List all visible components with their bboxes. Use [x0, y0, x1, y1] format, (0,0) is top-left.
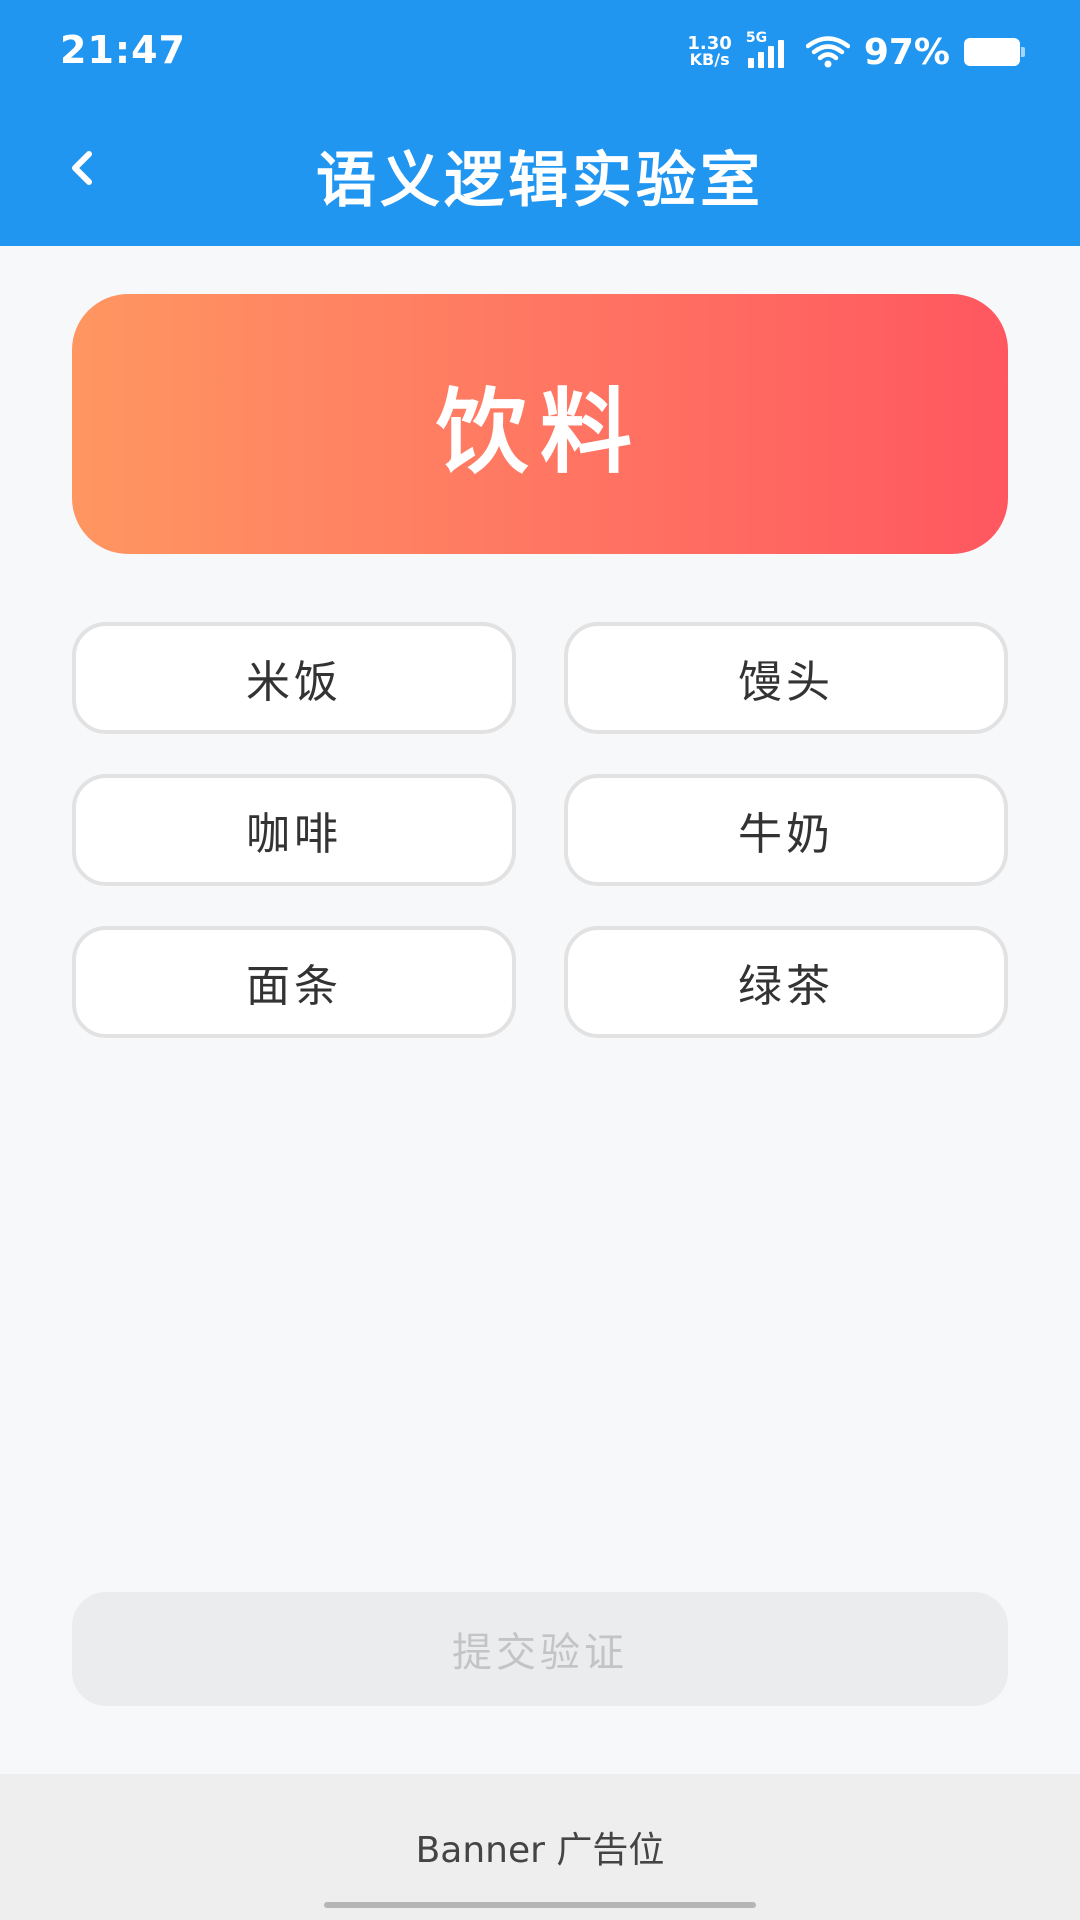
page-title: 语义逻辑实验室 [316, 146, 764, 216]
option-button[interactable]: 馒头 [564, 622, 1008, 734]
network-speed-unit: KB/s [689, 50, 730, 69]
home-indicator [324, 1902, 756, 1908]
status-time: 21:47 [60, 28, 186, 72]
battery-icon [964, 38, 1025, 66]
network-speed: 1.30 KB/s [687, 35, 731, 69]
banner-ad[interactable]: Banner 广告位 [0, 1774, 1080, 1920]
battery-percent: 97% [863, 31, 950, 73]
option-button[interactable]: 咖啡 [72, 774, 516, 886]
network-type: 5G [745, 30, 768, 46]
header: 21:47 1.30 KB/s 5G 97% 语义逻辑实验室 [0, 0, 1080, 246]
option-button[interactable]: 面条 [72, 926, 516, 1038]
option-button[interactable]: 绿茶 [564, 926, 1008, 1038]
banner-ad-label: Banner 广告位 [415, 1830, 665, 1871]
options-grid: 米饭 馒头 咖啡 牛奶 面条 绿茶 [72, 622, 1008, 1038]
status-icons: 1.30 KB/s 5G 97% [687, 30, 1025, 74]
option-button[interactable]: 米饭 [72, 622, 516, 734]
screen: 21:47 1.30 KB/s 5G 97% 语义逻辑实验室 饮料 米饭 馒头 … [0, 0, 1080, 1920]
option-button[interactable]: 牛奶 [564, 774, 1008, 886]
wifi-icon [805, 36, 850, 68]
cellular-signal-icon: 5G [746, 30, 792, 70]
category-card: 饮料 [72, 294, 1008, 554]
submit-button[interactable]: 提交验证 [72, 1592, 1008, 1706]
